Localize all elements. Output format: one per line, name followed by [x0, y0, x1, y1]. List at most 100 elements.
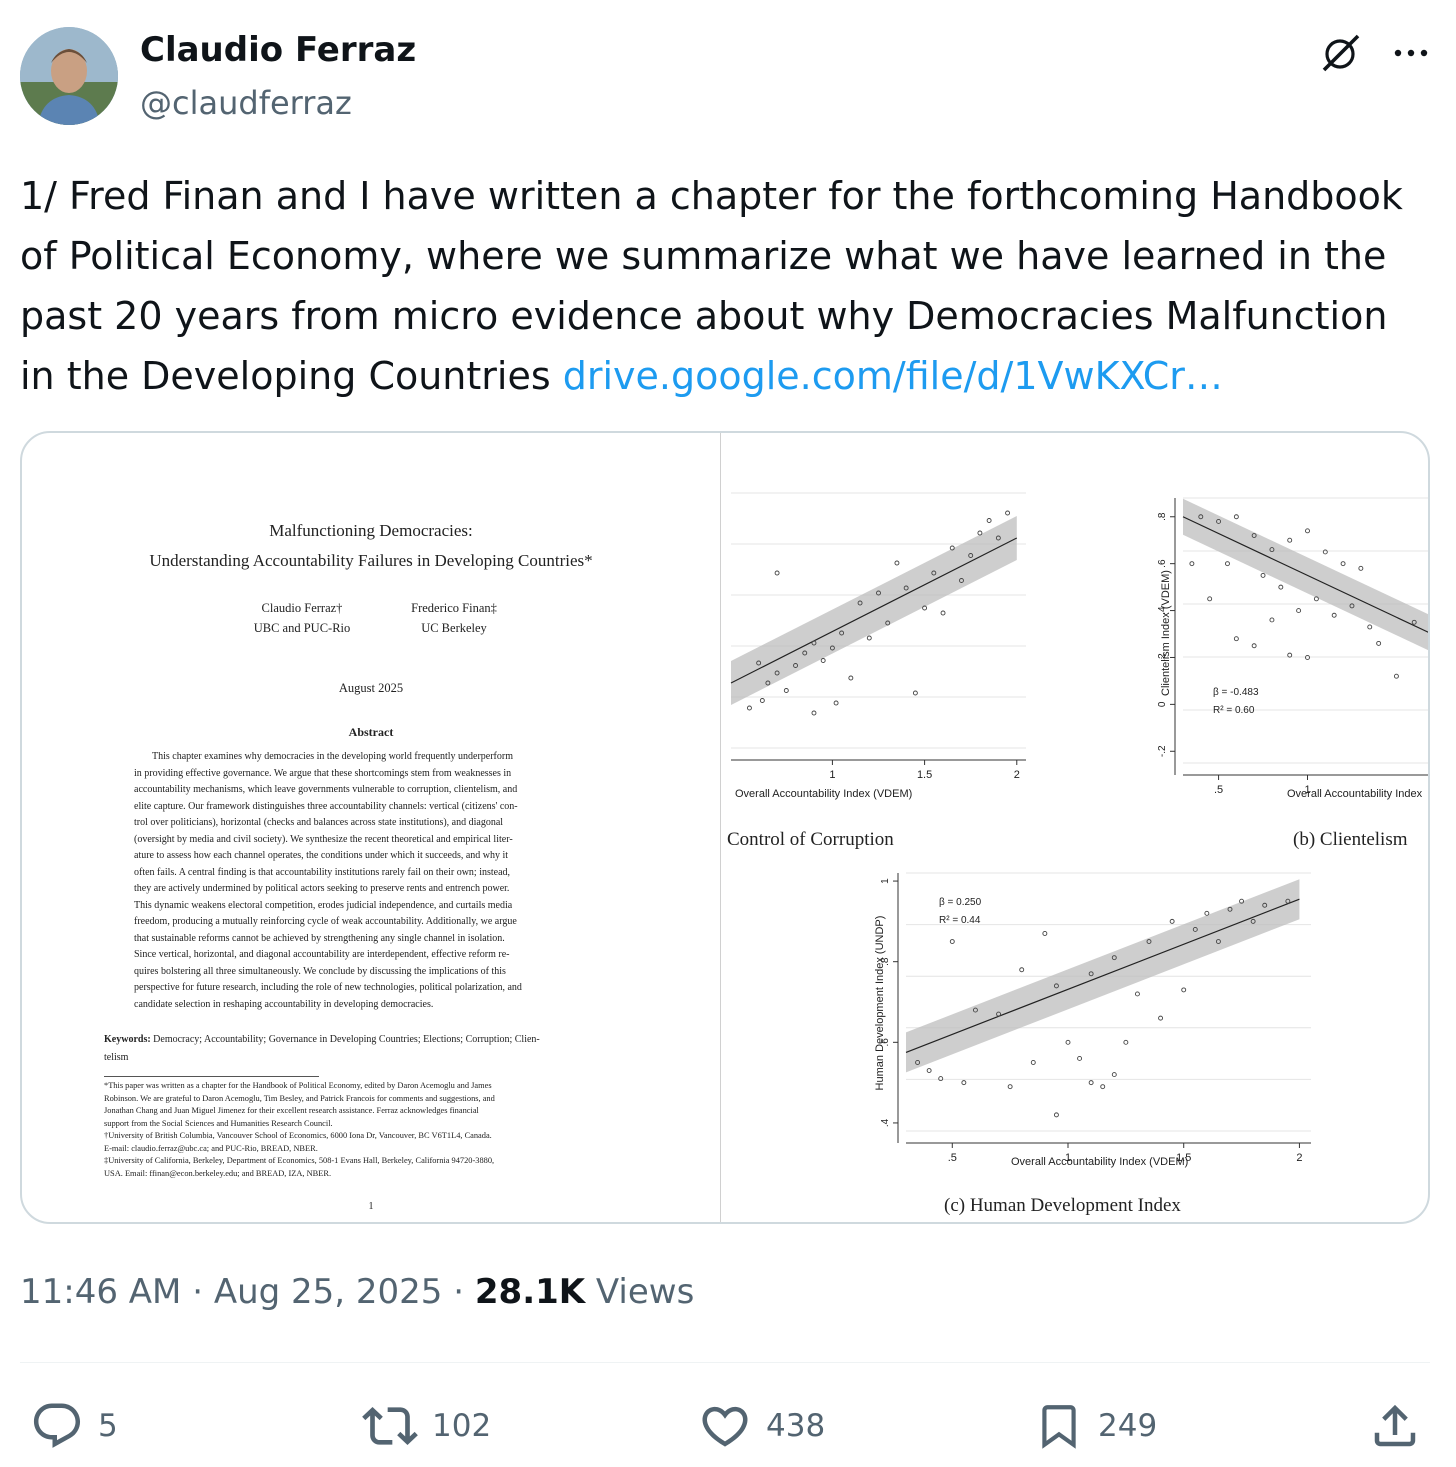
more-icon[interactable]: [1388, 30, 1434, 76]
abstract-line: that sustainable reforms cannot be achie…: [134, 932, 505, 944]
paper-title-2: Understanding Accountability Failures in…: [149, 551, 593, 570]
footnote-line: †University of British Columbia, Vancouv…: [104, 1131, 492, 1140]
author2-name: Frederico Finan‡: [411, 601, 497, 615]
retweet-icon: [362, 1407, 418, 1445]
abstract-line: perspective for future research, includi…: [134, 982, 522, 993]
tweet-date[interactable]: Aug 25, 2025: [214, 1272, 443, 1312]
abstract-line: accountability mechanisms, which leave g…: [134, 784, 518, 795]
y-tick-label: .6: [1157, 559, 1168, 568]
data-point: [1233, 636, 1239, 642]
data-point: [940, 610, 946, 616]
views-label: Views: [595, 1272, 695, 1312]
data-point: [746, 705, 752, 711]
data-point: [783, 688, 789, 693]
x-tick-label: .5: [1214, 784, 1223, 796]
chart-title: (b) Clientelism: [1293, 829, 1408, 850]
x-tick-label: 2: [1014, 769, 1020, 781]
keywords-line-2: telism: [104, 1052, 129, 1063]
share-button[interactable]: [1368, 1396, 1436, 1456]
abstract-line: This chapter examines why democracies in…: [152, 751, 513, 762]
author-name[interactable]: Claudio Ferraz: [140, 30, 416, 70]
footnote-line: USA. Email: ffinan@econ.berkeley.edu; an…: [104, 1168, 332, 1178]
x-tick-label: 2: [1296, 1152, 1302, 1164]
abstract-line: Since vertical, horizontal, and diagonal…: [134, 949, 510, 960]
abstract-line: ature to assess how each channel operate…: [134, 850, 509, 861]
grok-icon[interactable]: [1318, 30, 1364, 76]
data-point: [1296, 608, 1302, 614]
footnote-line: ‡University of California, Berkeley, Dep…: [104, 1156, 495, 1165]
data-point: [912, 690, 918, 696]
data-point: [1358, 565, 1364, 571]
data-point: [1251, 643, 1257, 649]
data-point: [1305, 528, 1310, 534]
keywords: Keywords: Democracy; Accountability; Gov…: [104, 1031, 644, 1067]
footnotes: *This paper was written as a chapter for…: [104, 1080, 644, 1180]
abstract-heading: Abstract: [348, 725, 394, 739]
abstract-line: they are actively undermined by politica…: [134, 883, 510, 894]
data-point: [1042, 931, 1048, 936]
paper-title-1: Malfunctioning Democracies:: [269, 521, 473, 540]
footnote-rule: [104, 1076, 319, 1077]
views-count: 28.1K: [474, 1272, 586, 1312]
tweet-link[interactable]: drive.google.com/file/d/1VwKXCr…: [563, 354, 1223, 398]
reply-button[interactable]: 5: [30, 1396, 118, 1456]
abstract-line: This dynamic weakens electoral competiti…: [134, 899, 513, 911]
data-point: [926, 1068, 932, 1073]
data-point: [1088, 1080, 1094, 1086]
abstract-line: elite capture. Our framework distinguish…: [134, 800, 518, 812]
meta-separator: ·: [192, 1272, 204, 1312]
data-point: [949, 939, 955, 944]
retweet-button[interactable]: 102: [362, 1396, 491, 1456]
data-point: [833, 700, 839, 706]
keywords-line-1: Democracy; Accountability; Governance in…: [153, 1034, 540, 1045]
data-point: [1278, 584, 1284, 590]
data-point: [986, 518, 992, 523]
tweet-meta: 11:46 AM · Aug 25, 2025 · 28.1K Views: [20, 1272, 694, 1312]
data-point: [1030, 1060, 1036, 1065]
data-point: [1287, 537, 1293, 543]
like-count: 438: [766, 1408, 826, 1444]
author2-affil: UC Berkeley: [421, 621, 487, 635]
footnote-line: Jonathan Chang and Juan Miguel Jimenez f…: [104, 1106, 479, 1115]
data-point: [1376, 640, 1382, 646]
data-point: [1181, 987, 1187, 993]
data-point: [1007, 1084, 1013, 1090]
data-point: [977, 530, 983, 536]
tweet-time[interactable]: 11:46 AM: [20, 1272, 181, 1312]
abstract-body: This chapter examines why democracies in…: [134, 749, 609, 1013]
x-tick-label: 1.5: [917, 769, 932, 781]
y-axis-label: Human Development Index (UNDP): [874, 916, 886, 1091]
data-point: [774, 570, 780, 576]
reply-count: 5: [98, 1408, 118, 1444]
data-point: [1158, 1015, 1164, 1021]
page-number: 1: [368, 1201, 374, 1212]
data-point: [1019, 967, 1025, 973]
regression-annotation: β = 0.250: [939, 897, 982, 908]
paper-page: Malfunctioning Democracies: Understandin…: [22, 433, 720, 1222]
footnote-line: E-mail: claudio.ferraz@ubc.ca; and PUC-R…: [104, 1143, 318, 1153]
bookmark-button[interactable]: 249: [1034, 1396, 1157, 1456]
author-handle[interactable]: @claudferraz: [140, 84, 352, 122]
y-tick-label: -.2: [1157, 745, 1168, 757]
like-button[interactable]: 438: [698, 1396, 825, 1456]
avatar[interactable]: [20, 27, 118, 125]
x-axis-label: Overall Accountability Index (VDEM): [735, 788, 912, 800]
abstract-line: quires bolstering all three simultaneous…: [134, 965, 506, 977]
media-card[interactable]: Malfunctioning Democracies: Understandin…: [20, 431, 1430, 1224]
bookmark-icon: [1042, 1405, 1076, 1449]
footnote-line: Robinson. We are grateful to Daron Acemo…: [104, 1093, 495, 1103]
data-point: [1077, 1055, 1083, 1061]
y-tick-label: 1: [880, 878, 891, 884]
abstract-line: (oversight by media and civil society). …: [134, 833, 513, 845]
footnote-line: *This paper was written as a chapter for…: [104, 1081, 492, 1090]
abstract-line: often fails. A central finding is that a…: [134, 866, 511, 878]
data-point: [1207, 596, 1213, 602]
abstract-line: freedom, producing a mutually reinforcin…: [134, 916, 517, 927]
paper-date: August 2025: [338, 681, 404, 695]
data-point: [1269, 617, 1275, 623]
keywords-label: Keywords:: [104, 1034, 151, 1045]
y-axis-label: Clientelism Index (VDEM): [1160, 570, 1172, 696]
fit-line: [730, 537, 1018, 684]
data-point: [1204, 910, 1210, 916]
reply-icon: [33, 1403, 81, 1448]
